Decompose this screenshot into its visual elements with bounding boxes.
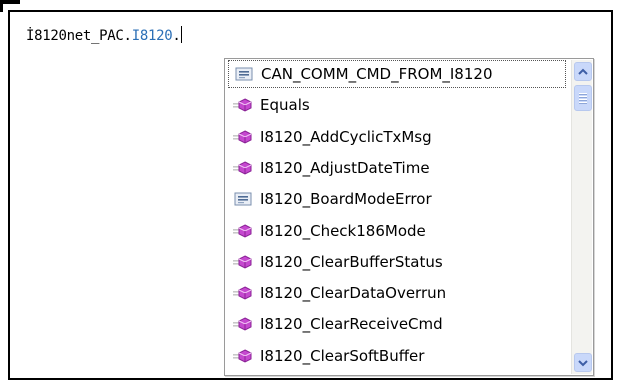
completion-item[interactable]: I8120_BoardModeError	[228, 185, 566, 213]
method-icon	[232, 128, 254, 146]
completion-item[interactable]: I8120_ClearReceiveCmd	[228, 310, 566, 338]
completion-item-label: I8120_AddCyclicTxMsg	[260, 127, 432, 146]
method-icon	[232, 96, 254, 114]
method-icon	[232, 284, 254, 302]
method-icon	[232, 222, 254, 240]
member-name-text: I8120	[131, 28, 173, 44]
completion-item[interactable]: I8120_ClearSoftBuffer	[228, 342, 566, 370]
completion-item-label: Equals	[260, 96, 310, 115]
completion-item-label: I8120_ClearDataOverrun	[260, 284, 447, 303]
completion-item-label: I8120_ClearReceiveCmd	[260, 315, 443, 334]
screenshot-canvas: İ8120net_PAC.I8120. CAN_COMM_CMD_FROM_I8…	[0, 0, 623, 387]
completion-items: CAN_COMM_CMD_FROM_I8120 Equals I8120_AddCy…	[225, 59, 570, 375]
completion-item[interactable]: I8120_Check186Mode	[228, 217, 566, 245]
method-icon	[232, 347, 254, 365]
completion-item-label: I8120_BoardModeError	[260, 190, 432, 209]
scroll-up-button[interactable]	[574, 62, 592, 81]
completion-item[interactable]: Equals	[228, 91, 566, 119]
text-caret	[181, 26, 183, 43]
enum-icon	[233, 65, 255, 83]
completion-item-label: CAN_COMM_CMD_FROM_I8120	[261, 65, 493, 83]
method-icon	[232, 315, 254, 333]
scroll-down-button[interactable]	[574, 353, 592, 372]
code-line[interactable]: İ8120net_PAC.I8120.	[26, 26, 183, 46]
completion-item[interactable]: I8120_AddCyclicTxMsg	[228, 123, 566, 151]
method-icon	[232, 253, 254, 271]
completion-item-label: I8120_ClearBufferStatus	[260, 252, 443, 271]
member-access-dot: .	[172, 28, 181, 44]
completion-item-label: I8120_AdjustDateTime	[260, 158, 430, 177]
method-icon	[232, 159, 254, 177]
completion-item[interactable]: I8120_ClearDataOverrun	[228, 279, 566, 307]
scroll-thumb[interactable]	[574, 85, 592, 111]
enum-icon	[232, 190, 254, 208]
completion-item[interactable]: CAN_COMM_CMD_FROM_I8120	[228, 60, 566, 88]
chevron-down-icon	[578, 359, 588, 366]
object-reference-text: İ8120net_PAC.	[26, 28, 132, 44]
completion-item-label: I8120_Check186Mode	[260, 221, 426, 240]
completion-item[interactable]: I8120_AdjustDateTime	[228, 154, 566, 182]
completion-scrollbar[interactable]	[571, 60, 592, 374]
code-editor[interactable]: İ8120net_PAC.I8120. CAN_COMM_CMD_FROM_I8…	[8, 10, 613, 380]
completion-item[interactable]: I8120_ClearBufferStatus	[228, 248, 566, 276]
chevron-up-icon	[578, 68, 588, 75]
completion-item-label: I8120_ClearSoftBuffer	[260, 346, 425, 365]
intellisense-completion-list[interactable]: CAN_COMM_CMD_FROM_I8120 Equals I8120_AddCy…	[224, 58, 594, 376]
